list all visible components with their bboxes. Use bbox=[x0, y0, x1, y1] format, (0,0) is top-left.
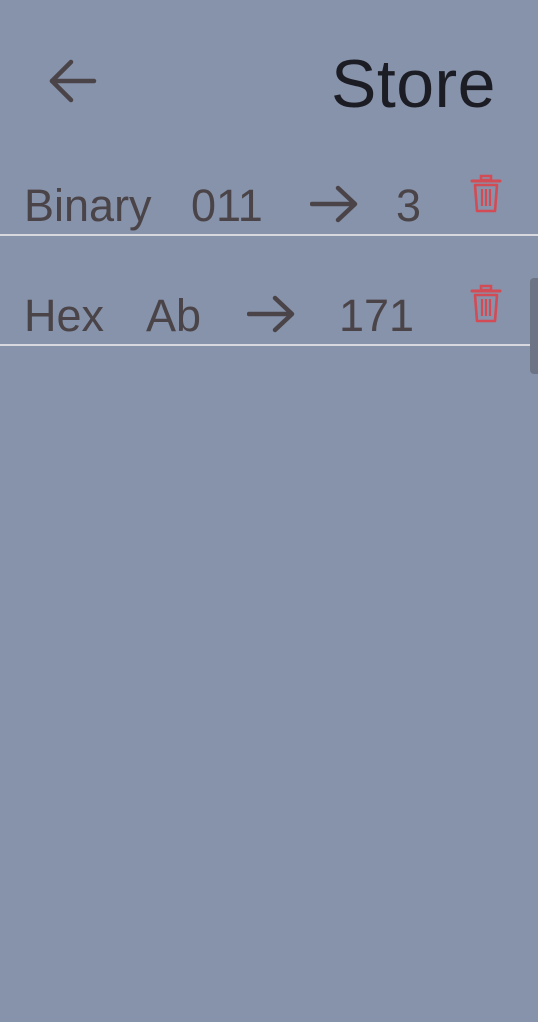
store-list: Binary 011 3 Hex Ab 171 bbox=[0, 160, 538, 348]
row-divider bbox=[0, 344, 538, 346]
row-divider bbox=[0, 234, 538, 236]
arrow-right-icon bbox=[310, 185, 358, 223]
arrow-right-icon bbox=[247, 295, 295, 333]
entry-type: Hex bbox=[24, 290, 105, 341]
entry-result: 3 bbox=[396, 180, 422, 231]
app-bar: Store bbox=[0, 0, 538, 160]
scrollbar-thumb[interactable] bbox=[530, 278, 538, 374]
delete-button[interactable] bbox=[468, 172, 504, 216]
list-item: Binary 011 3 bbox=[0, 160, 538, 238]
list-item: Hex Ab 171 bbox=[0, 238, 538, 348]
arrow-left-icon bbox=[49, 59, 97, 103]
delete-button[interactable] bbox=[468, 282, 504, 326]
entry-result: 171 bbox=[339, 290, 415, 341]
trash-icon bbox=[470, 174, 502, 213]
entry-input: 011 bbox=[191, 180, 263, 231]
trash-icon bbox=[470, 284, 502, 323]
entry-input: Ab bbox=[146, 290, 202, 341]
back-button[interactable] bbox=[36, 48, 108, 114]
entry-type: Binary bbox=[24, 180, 152, 231]
page-title: Store bbox=[330, 46, 496, 122]
